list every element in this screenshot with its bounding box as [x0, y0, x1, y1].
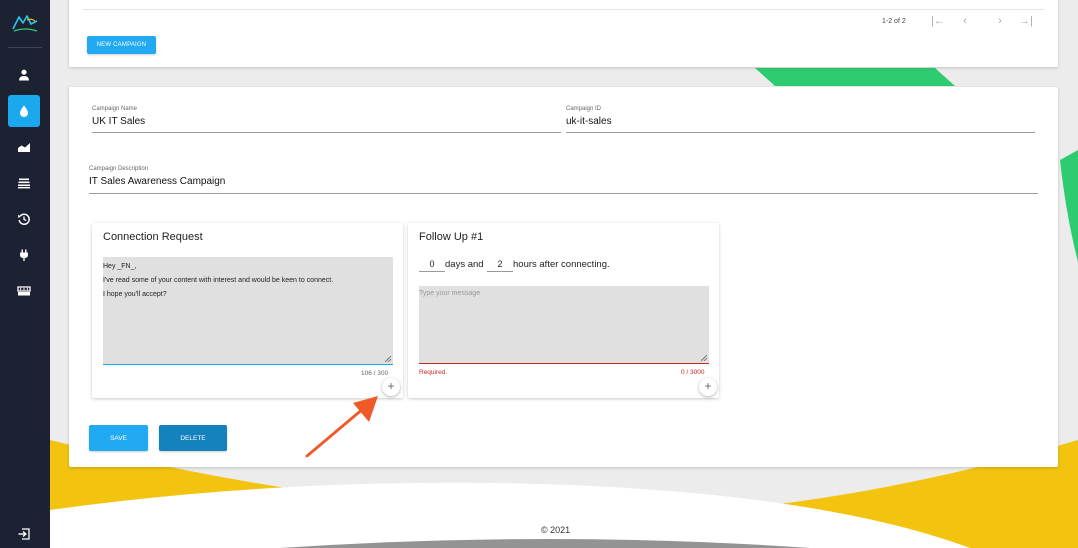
sidebar	[0, 0, 50, 548]
campaign-description-label: Campaign Description	[89, 166, 149, 172]
pagination-range: 1-2 of 2	[882, 18, 906, 25]
sidebar-divider	[8, 47, 42, 48]
connection-request-title: Connection Request	[103, 231, 203, 243]
stack-icon	[18, 178, 30, 189]
logo	[12, 15, 38, 32]
person-icon	[19, 69, 29, 81]
campaign-id-value: uk-it-sales	[566, 116, 612, 127]
message-line: Hey _FN_,	[103, 263, 137, 270]
campaign-name-field[interactable]: Campaign Name UK IT Sales	[92, 106, 561, 133]
annotation-arrow	[305, 396, 378, 458]
nav-campaigns[interactable]	[8, 95, 40, 127]
campaign-description-field[interactable]: Campaign Description IT Sales Awareness …	[89, 166, 1038, 194]
campaign-editor-card: Campaign Name UK IT Sales Campaign ID uk…	[69, 87, 1058, 467]
follow-up-message-textarea[interactable]: Type your message	[419, 286, 709, 364]
nav-history[interactable]	[8, 203, 40, 235]
nav-storage[interactable]	[8, 275, 40, 307]
drop-icon	[20, 105, 28, 117]
logout-icon	[18, 528, 30, 540]
required-error: Required.	[419, 369, 448, 376]
message-line: I hope you'll accept?	[103, 291, 167, 298]
connection-message-textarea[interactable]: Hey _FN_, I've read some of your content…	[103, 257, 393, 365]
history-icon	[18, 213, 30, 226]
footer-copyright: © 2021	[541, 525, 571, 535]
campaign-id-label: Campaign ID	[566, 106, 602, 112]
character-counter: 0 / 3000	[681, 369, 705, 376]
hours-label: hours after connecting.	[513, 259, 610, 270]
nav-integrations[interactable]	[8, 239, 40, 271]
plug-icon	[20, 249, 28, 261]
connection-request-card: Connection Request Hey _FN_, I've read s…	[92, 223, 403, 398]
follow-up-card: Follow Up #1 days and hours after connec…	[408, 223, 719, 398]
delete-button[interactable]: DELETE	[159, 425, 227, 451]
campaign-description-value: IT Sales Awareness Campaign	[89, 176, 226, 187]
days-label: days and	[445, 259, 484, 270]
add-follow-up-button[interactable]: +	[699, 378, 717, 396]
message-line: I've read some of your content with inte…	[103, 277, 334, 284]
days-input[interactable]	[419, 256, 445, 272]
logout-button[interactable]	[8, 518, 40, 548]
hours-input[interactable]	[487, 256, 513, 272]
prev-page-icon[interactable]: ‹	[958, 15, 972, 27]
area-chart-icon	[18, 143, 30, 152]
resize-handle-icon[interactable]	[701, 355, 707, 361]
save-button[interactable]: SAVE	[89, 425, 148, 451]
message-placeholder: Type your message	[419, 290, 481, 297]
add-follow-up-button[interactable]: +	[382, 378, 400, 396]
nav-lists[interactable]	[8, 167, 40, 199]
campaign-name-label: Campaign Name	[92, 106, 138, 112]
resize-handle-icon[interactable]	[385, 356, 391, 362]
campaign-list-card: 1-2 of 2 |← ‹ › →| NEW CAMPAIGN	[69, 0, 1058, 67]
next-page-icon[interactable]: ›	[993, 15, 1007, 27]
character-counter: 106 / 300	[361, 370, 389, 377]
nav-users[interactable]	[8, 59, 40, 91]
new-campaign-button[interactable]: NEW CAMPAIGN	[87, 36, 156, 54]
last-page-icon[interactable]: →|	[1019, 15, 1033, 27]
storage-icon	[17, 286, 31, 296]
follow-up-title: Follow Up #1	[419, 231, 484, 243]
nav-analytics[interactable]	[8, 131, 40, 163]
table-divider	[83, 9, 1044, 10]
first-page-icon[interactable]: |←	[931, 15, 945, 27]
campaign-name-value: UK IT Sales	[92, 116, 146, 127]
campaign-id-field[interactable]: Campaign ID uk-it-sales	[566, 106, 1035, 133]
